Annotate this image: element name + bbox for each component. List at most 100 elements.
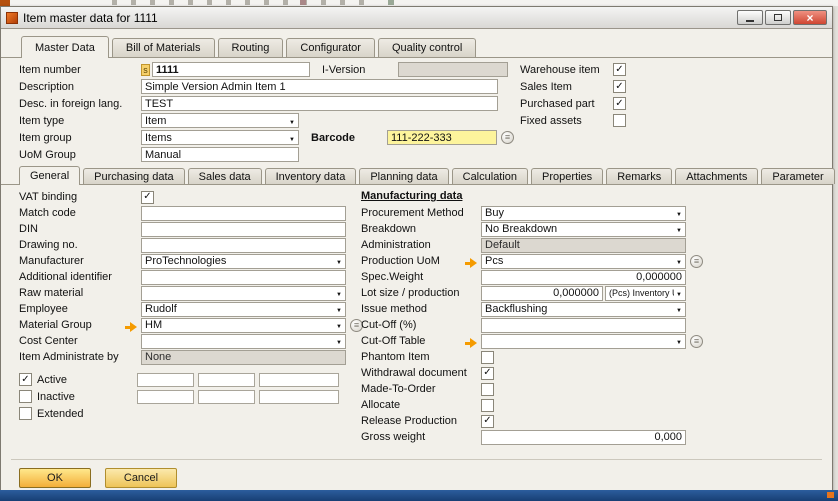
tab-label: Parameter <box>772 171 823 183</box>
raw-material-dropdown[interactable] <box>141 286 346 301</box>
app-icon <box>6 12 18 24</box>
cut-off-table-row: Cut-Off Table <box>361 333 701 349</box>
cut-off-pct-field[interactable] <box>481 318 686 333</box>
globe-icon[interactable] <box>501 131 514 144</box>
tab-remarks[interactable]: Remarks <box>606 168 672 184</box>
lot-size-field[interactable]: 0,000000 <box>481 286 603 301</box>
tab-label: Routing <box>232 42 270 54</box>
ok-button[interactable]: OK <box>19 468 91 488</box>
tab-label: Quality control <box>392 42 462 54</box>
tab-properties[interactable]: Properties <box>531 168 603 184</box>
made-to-order-checkbox[interactable] <box>481 383 494 396</box>
footer-divider <box>11 459 822 460</box>
additional-identifier-label: Additional identifier <box>19 271 141 283</box>
window-title: Item master data for 1111 <box>23 11 158 25</box>
din-field[interactable] <box>141 222 346 237</box>
item-number-flag-icon: s <box>141 64 150 76</box>
globe-icon[interactable] <box>690 255 703 268</box>
active-remarks-field[interactable] <box>259 373 339 387</box>
production-uom-dropdown[interactable]: Pcs <box>481 254 686 269</box>
drawing-no-field[interactable] <box>141 238 346 253</box>
item-number-row: Item number s 1111 I-Version <box>19 61 579 78</box>
warehouse-item-checkbox[interactable] <box>613 63 626 76</box>
breakdown-dropdown[interactable]: No Breakdown <box>481 222 686 237</box>
vat-binding-row: VAT binding <box>19 189 364 205</box>
match-code-field[interactable] <box>141 206 346 221</box>
active-from-field[interactable] <box>137 373 194 387</box>
fixed-assets-checkbox[interactable] <box>613 114 626 127</box>
allocate-checkbox[interactable] <box>481 399 494 412</box>
extended-checkbox[interactable] <box>19 407 32 420</box>
vat-binding-label: VAT binding <box>19 191 141 203</box>
tab-parameter[interactable]: Parameter <box>761 168 834 184</box>
active-checkbox[interactable] <box>19 373 32 386</box>
title-bar[interactable]: Item master data for 1111 <box>1 7 832 29</box>
administration-row: Administration Default <box>361 237 701 253</box>
spec-weight-field[interactable]: 0,000000 <box>481 270 686 285</box>
employee-dropdown[interactable]: Rudolf <box>141 302 346 317</box>
tab-calculation[interactable]: Calculation <box>452 168 528 184</box>
tab-quality-control[interactable]: Quality control <box>378 38 476 57</box>
item-group-row: Item group Items Barcode 111-222-333 <box>19 129 579 146</box>
globe-icon[interactable] <box>690 335 703 348</box>
tab-purchasing-data[interactable]: Purchasing data <box>83 168 185 184</box>
gross-weight-field[interactable]: 0,000 <box>481 430 686 445</box>
close-button[interactable] <box>793 10 827 25</box>
extended-row: Extended <box>19 405 364 422</box>
description-field[interactable]: Simple Version Admin Item 1 <box>141 79 498 94</box>
material-group-dropdown[interactable]: HM <box>141 318 346 333</box>
link-arrow-icon[interactable] <box>465 338 478 348</box>
inactive-checkbox[interactable] <box>19 390 32 403</box>
general-left-column: VAT binding Match code DIN Drawing no. M… <box>19 189 364 422</box>
procurement-method-dropdown[interactable]: Buy <box>481 206 686 221</box>
additional-identifier-row: Additional identifier <box>19 269 364 285</box>
item-administrate-by-field: None <box>141 350 346 365</box>
tab-general[interactable]: General <box>19 166 80 185</box>
link-arrow-icon[interactable] <box>465 258 478 268</box>
foreign-description-field[interactable]: TEST <box>141 96 498 111</box>
tab-master-data[interactable]: Master Data <box>21 36 109 58</box>
vat-binding-checkbox[interactable] <box>141 191 154 204</box>
allocate-label: Allocate <box>361 399 481 411</box>
tab-sales-data[interactable]: Sales data <box>188 168 262 184</box>
item-administrate-by-row: Item Administrate by None <box>19 349 364 365</box>
inactive-from-field[interactable] <box>137 390 194 404</box>
chevron-down-icon <box>334 287 342 299</box>
barcode-field[interactable]: 111-222-333 <box>387 130 497 145</box>
release-production-checkbox[interactable] <box>481 415 494 428</box>
chevron-down-icon <box>674 288 682 298</box>
phantom-item-checkbox[interactable] <box>481 351 494 364</box>
cancel-button[interactable]: Cancel <box>105 468 177 488</box>
inactive-remarks-field[interactable] <box>259 390 339 404</box>
issue-method-dropdown[interactable]: Backflushing <box>481 302 686 317</box>
withdrawal-document-checkbox[interactable] <box>481 367 494 380</box>
active-to-field[interactable] <box>198 373 255 387</box>
sales-item-checkbox[interactable] <box>613 80 626 93</box>
link-arrow-icon[interactable] <box>125 322 138 332</box>
maximize-button[interactable] <box>765 10 791 25</box>
tab-inventory-data[interactable]: Inventory data <box>265 168 357 184</box>
tab-routing[interactable]: Routing <box>218 38 284 57</box>
lot-size-row: Lot size / production 0,000000 (Pcs) Inv… <box>361 285 701 301</box>
purchased-part-checkbox[interactable] <box>613 97 626 110</box>
tab-bill-of-materials[interactable]: Bill of Materials <box>112 38 215 57</box>
minimize-button[interactable] <box>737 10 763 25</box>
uom-group-field[interactable]: Manual <box>141 147 299 162</box>
procurement-method-row: Procurement Method Buy <box>361 205 701 221</box>
close-icon <box>806 12 813 24</box>
tab-attachments[interactable]: Attachments <box>675 168 758 184</box>
cut-off-table-dropdown[interactable] <box>481 334 686 349</box>
lot-size-uom-dropdown[interactable]: (Pcs) Inventory UoM <box>605 286 686 301</box>
extended-label: Extended <box>37 408 83 420</box>
tab-configurator[interactable]: Configurator <box>286 38 375 57</box>
item-group-dropdown[interactable]: Items <box>141 130 299 145</box>
procurement-method-label: Procurement Method <box>361 207 481 219</box>
cost-center-dropdown[interactable] <box>141 334 346 349</box>
additional-identifier-field[interactable] <box>141 270 346 285</box>
tab-planning-data[interactable]: Planning data <box>359 168 448 184</box>
item-number-field[interactable]: 1111 <box>152 62 310 77</box>
tab-label: Sales data <box>199 171 251 183</box>
manufacturer-dropdown[interactable]: ProTechnologies <box>141 254 346 269</box>
item-type-dropdown[interactable]: Item <box>141 113 299 128</box>
inactive-to-field[interactable] <box>198 390 255 404</box>
